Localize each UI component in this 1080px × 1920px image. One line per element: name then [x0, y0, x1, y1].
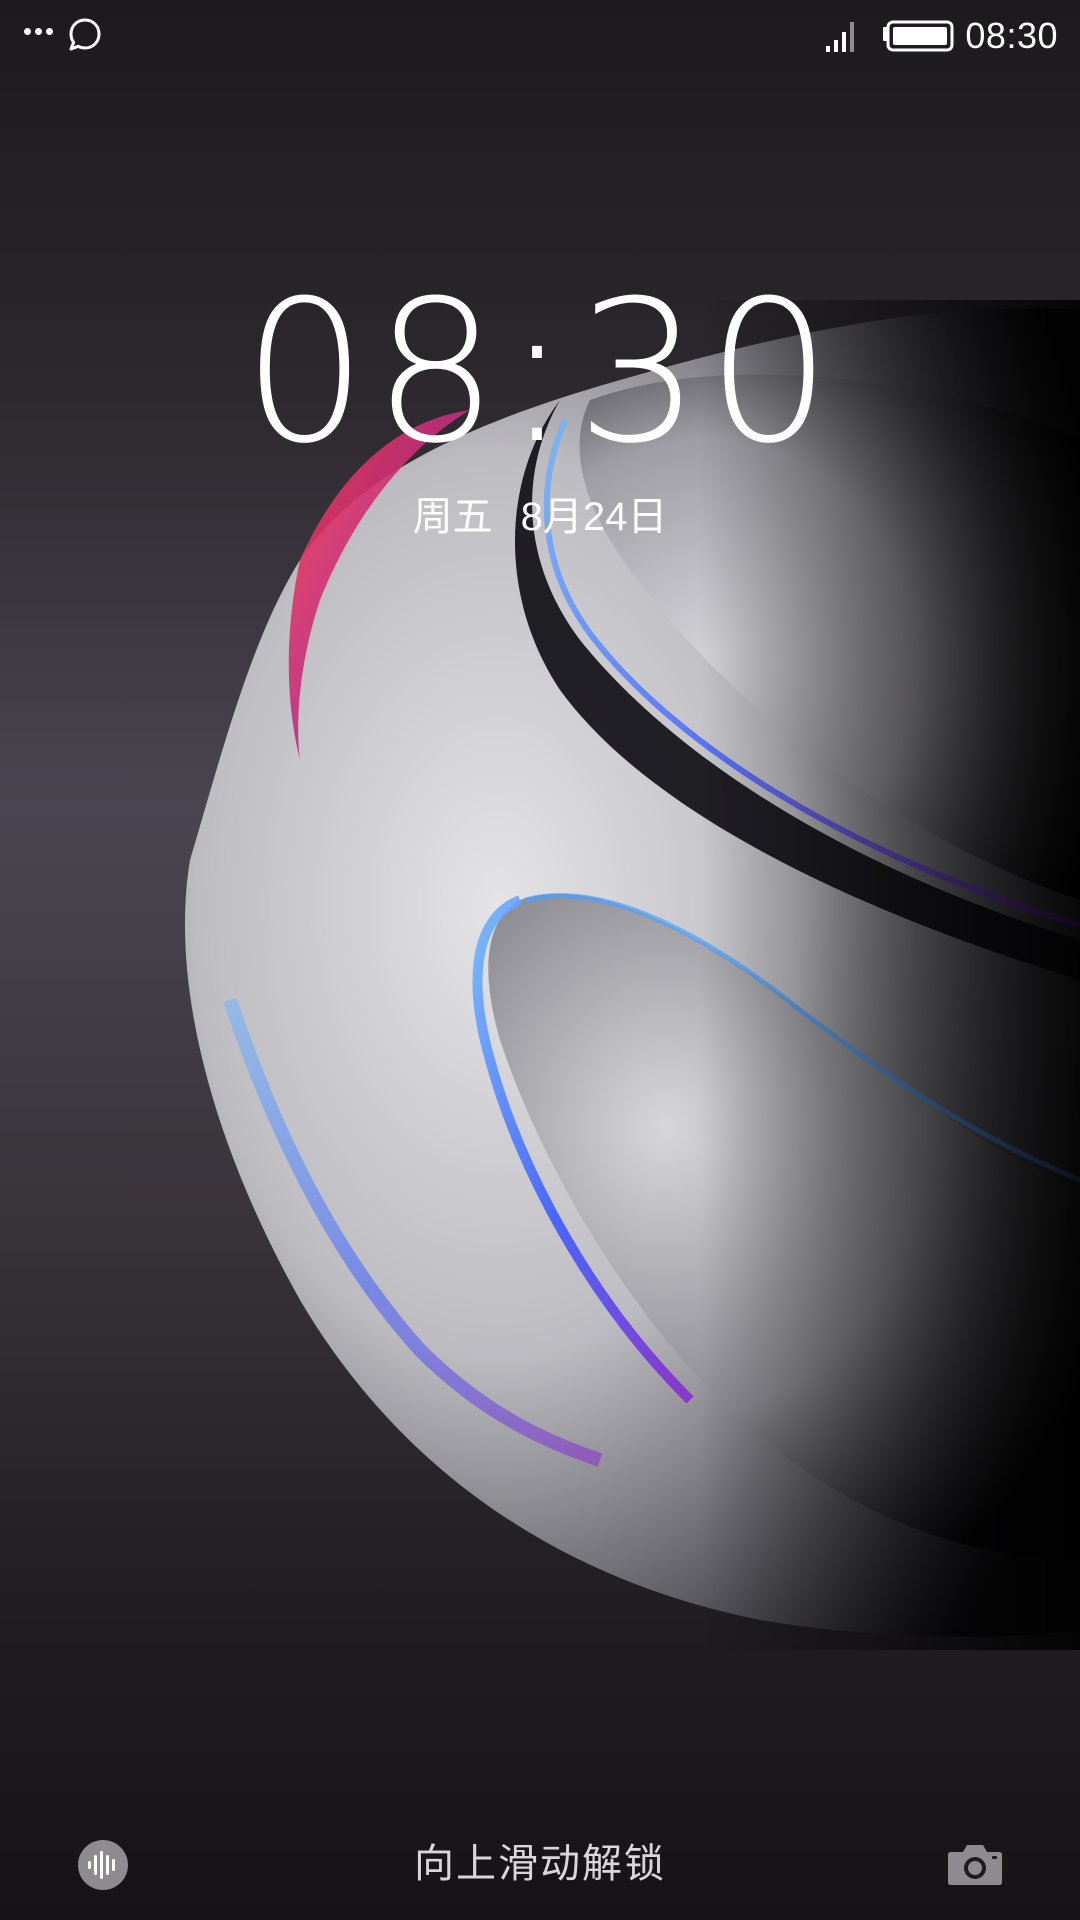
- date-weekday: 周五: [412, 495, 493, 539]
- chat-bubble-icon: [69, 18, 101, 51]
- date-day: 8月24日: [520, 495, 668, 539]
- lockscreen-date: 周五 8月24日: [0, 492, 1080, 542]
- more-dots-icon: [24, 28, 54, 36]
- battery-icon: [883, 20, 954, 52]
- unlock-hint[interactable]: 向上滑动解锁: [0, 1838, 1080, 1890]
- status-bar: 08:30: [0, 0, 1080, 72]
- lock-screen[interactable]: 08:30 08:30 周五 8月24日 向上滑动解锁: [0, 0, 1080, 1920]
- status-time: 08:30: [965, 15, 1058, 56]
- lockscreen-clock: 08:30: [242, 259, 838, 487]
- camera-icon[interactable]: [947, 1842, 1003, 1886]
- signal-icon: [826, 22, 854, 52]
